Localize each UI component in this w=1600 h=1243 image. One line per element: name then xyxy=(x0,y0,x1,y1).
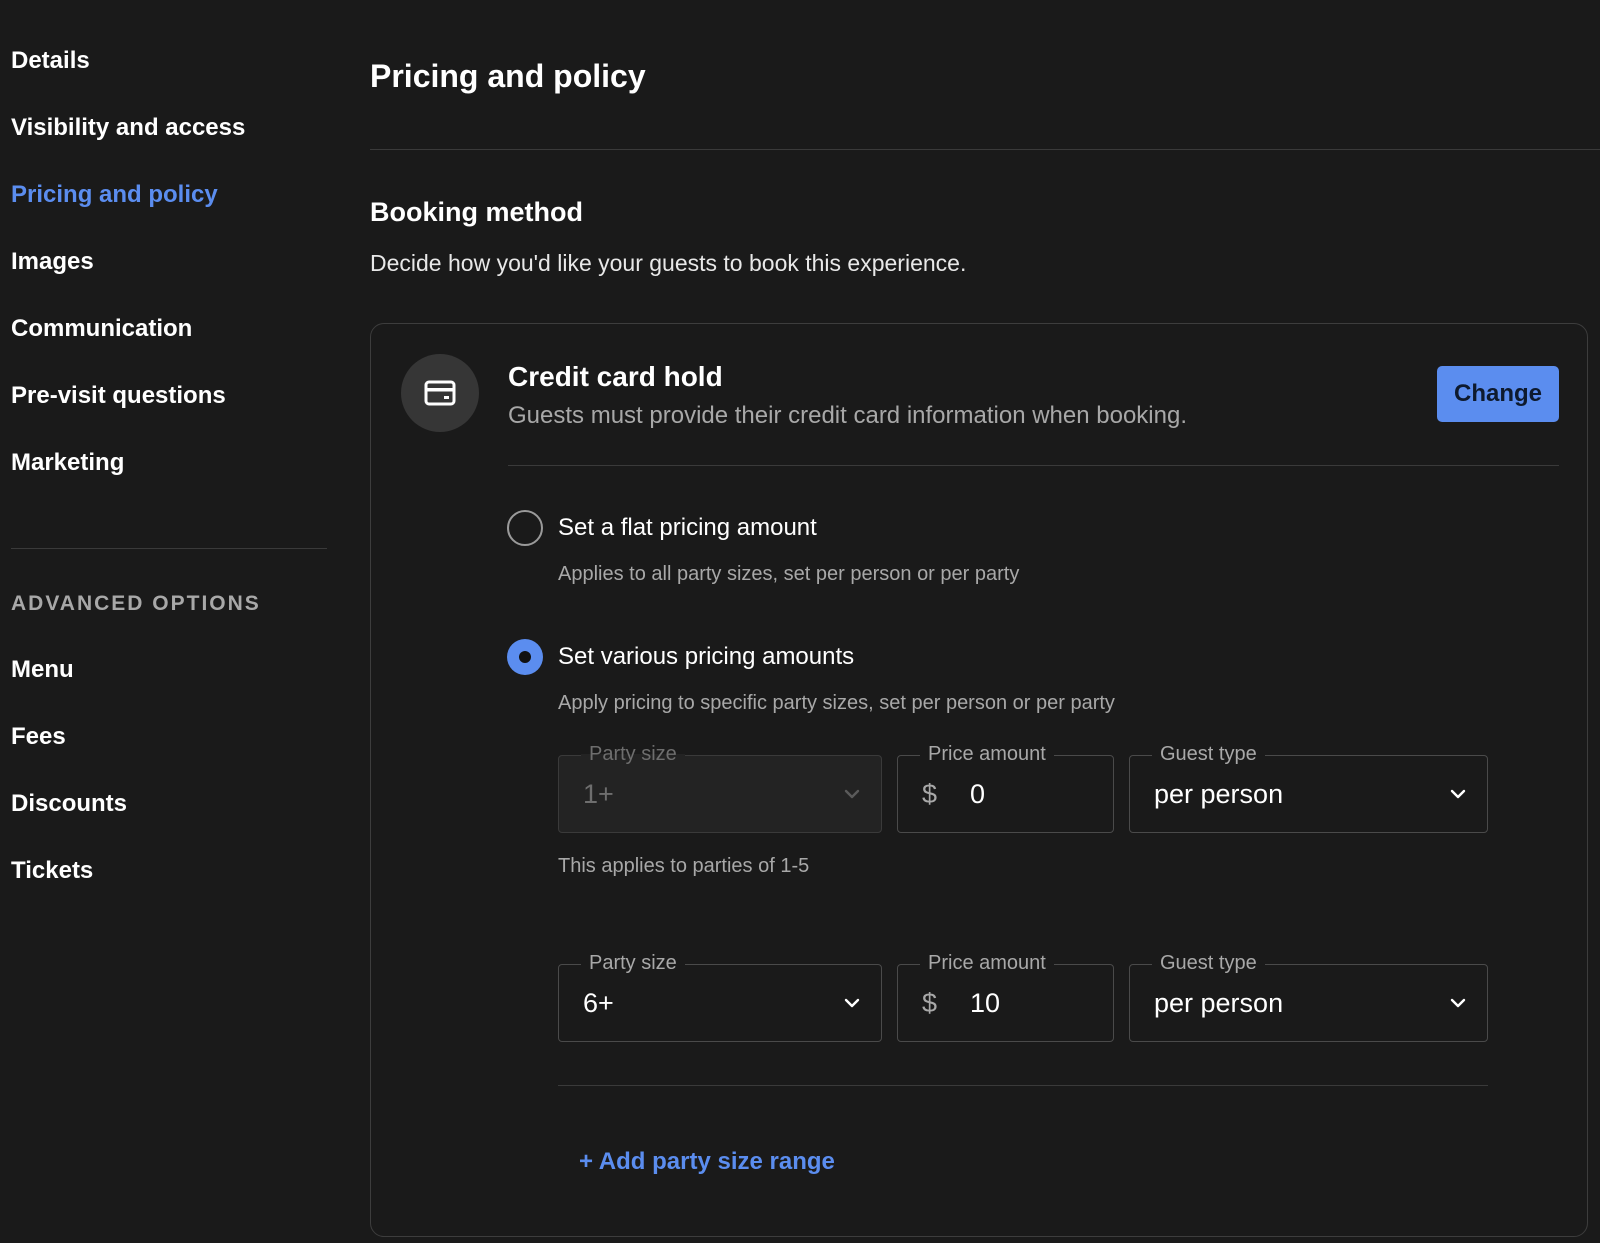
party-range-help: This applies to parties of 1-5 xyxy=(558,855,810,877)
party-size-label: Party size xyxy=(581,741,685,767)
guest-type-value: per person xyxy=(1154,988,1284,1018)
sidebar-item-marketing[interactable]: Marketing xyxy=(11,448,124,478)
credit-card-icon xyxy=(424,380,456,406)
party-size-select-1: Party size 1+ xyxy=(558,741,882,833)
party-size-value: 6+ xyxy=(583,988,614,1018)
party-size-label: Party size xyxy=(581,950,685,976)
party-size-select-2[interactable]: Party size 6+ xyxy=(558,950,882,1042)
add-party-size-range-link[interactable]: + Add party size range xyxy=(579,1147,835,1177)
flat-pricing-radio[interactable] xyxy=(507,510,543,546)
advanced-options-heading: ADVANCED OPTIONS xyxy=(11,592,261,615)
section-description: Decide how you'd like your guests to boo… xyxy=(370,250,967,276)
card-title: Credit card hold xyxy=(508,361,723,392)
change-button[interactable]: Change xyxy=(1437,366,1559,422)
credit-card-icon-badge xyxy=(401,354,479,432)
various-pricing-radio[interactable] xyxy=(507,639,543,675)
guest-type-select-1[interactable]: Guest type per person xyxy=(1129,741,1488,833)
chevron-down-icon xyxy=(1450,998,1466,1008)
sidebar-item-fees[interactable]: Fees xyxy=(11,722,66,752)
price-amount-input-2[interactable]: Price amount $ 10 xyxy=(897,950,1114,1042)
rows-divider xyxy=(558,1085,1488,1086)
chevron-down-icon xyxy=(1450,789,1466,799)
various-pricing-label[interactable]: Set various pricing amounts xyxy=(558,642,854,672)
price-amount-label: Price amount xyxy=(920,950,1054,976)
price-amount-input-1[interactable]: Price amount $ 0 xyxy=(897,741,1114,833)
currency-symbol: $ xyxy=(922,988,938,1018)
guest-type-label: Guest type xyxy=(1152,741,1265,767)
sidebar-item-pricing-and-policy[interactable]: Pricing and policy xyxy=(11,180,218,210)
booking-method-card: Credit card hold Guests must provide the… xyxy=(370,323,1588,1237)
sidebar-item-visibility-and-access[interactable]: Visibility and access xyxy=(11,113,245,143)
title-divider xyxy=(370,149,1600,150)
sidebar-item-communication[interactable]: Communication xyxy=(11,314,192,344)
price-amount-value: 0 xyxy=(970,779,986,809)
party-size-value: 1+ xyxy=(583,779,614,809)
currency-symbol: $ xyxy=(922,779,938,809)
sidebar-item-tickets[interactable]: Tickets xyxy=(11,856,93,886)
sidebar-item-menu[interactable]: Menu xyxy=(11,655,74,685)
guest-type-label: Guest type xyxy=(1152,950,1265,976)
page-title: Pricing and policy xyxy=(370,58,646,94)
price-amount-label: Price amount xyxy=(920,741,1054,767)
sidebar-item-pre-visit-questions[interactable]: Pre-visit questions xyxy=(11,381,226,411)
section-title: Booking method xyxy=(370,197,583,227)
sidebar-item-images[interactable]: Images xyxy=(11,247,94,277)
card-subtitle: Guests must provide their credit card in… xyxy=(508,402,1187,429)
guest-type-select-2[interactable]: Guest type per person xyxy=(1129,950,1488,1042)
card-divider xyxy=(508,465,1559,466)
chevron-down-icon xyxy=(844,789,860,799)
chevron-down-icon xyxy=(844,998,860,1008)
various-pricing-help: Apply pricing to specific party sizes, s… xyxy=(558,692,1115,714)
sidebar-item-details[interactable]: Details xyxy=(11,46,90,76)
price-amount-value: 10 xyxy=(970,988,1001,1018)
guest-type-value: per person xyxy=(1154,779,1284,809)
sidebar-divider xyxy=(11,548,327,549)
flat-pricing-help: Applies to all party sizes, set per pers… xyxy=(558,563,1020,585)
flat-pricing-label[interactable]: Set a flat pricing amount xyxy=(558,513,817,543)
sidebar-item-discounts[interactable]: Discounts xyxy=(11,789,127,819)
